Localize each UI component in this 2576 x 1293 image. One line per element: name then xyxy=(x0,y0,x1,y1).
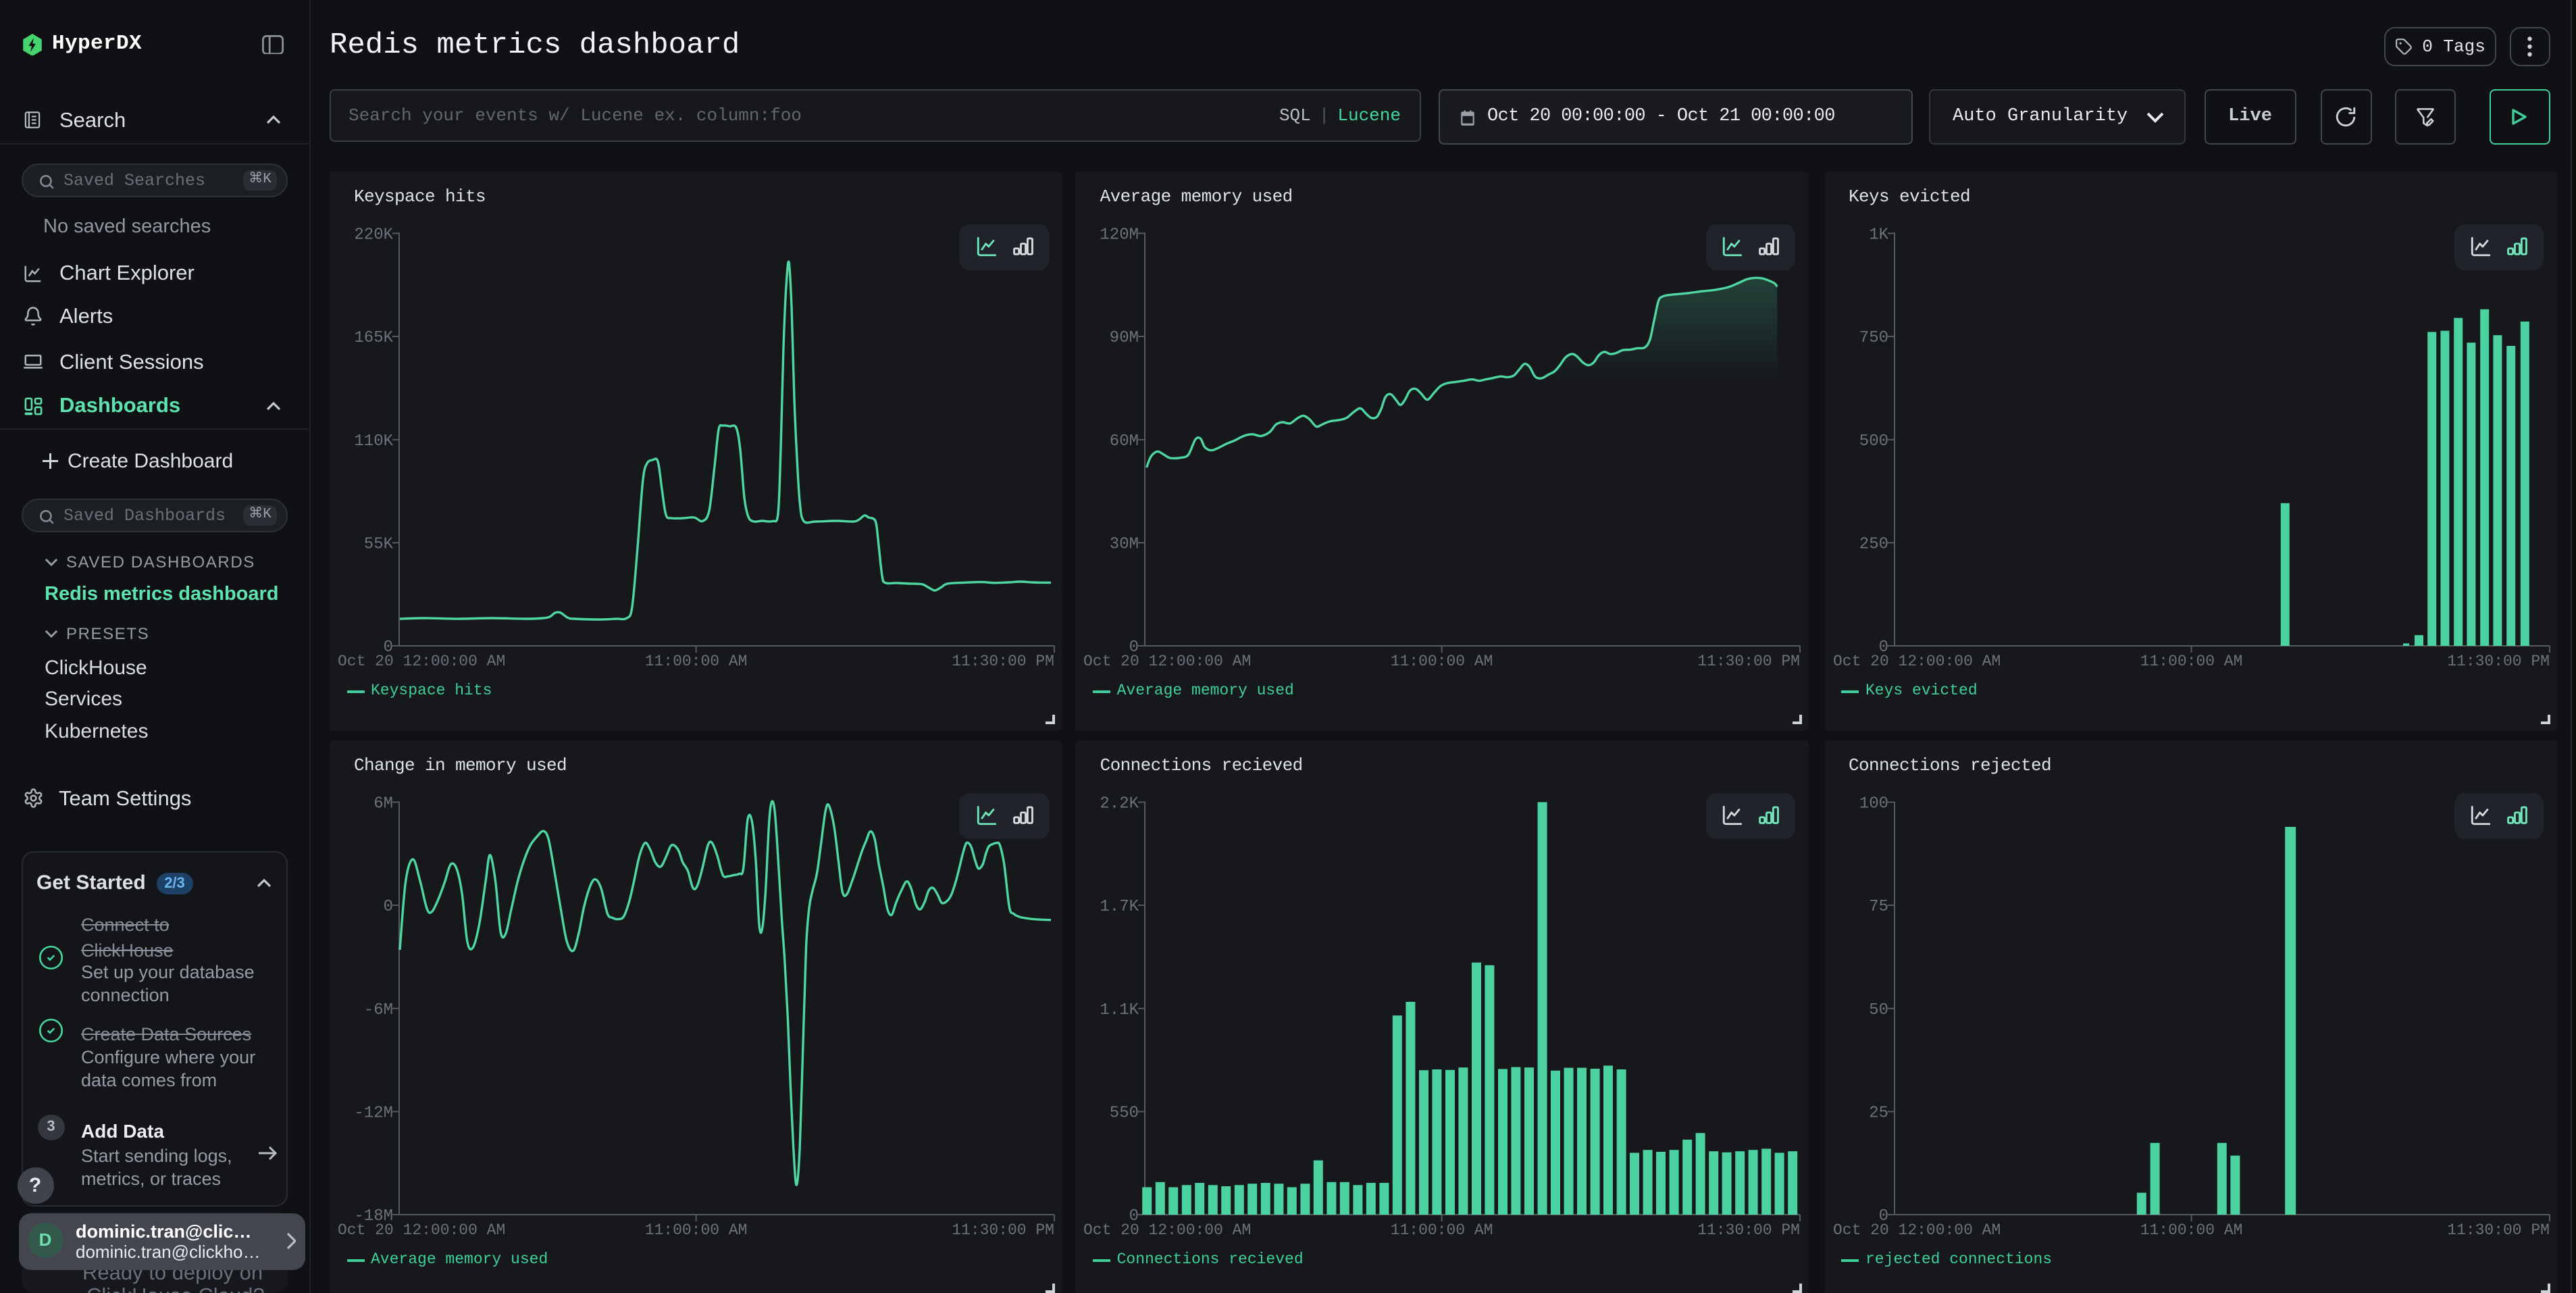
svg-text:50: 50 xyxy=(1868,1001,1888,1019)
svg-text:25: 25 xyxy=(1868,1104,1888,1122)
svg-text:1K: 1K xyxy=(1868,226,1888,244)
svg-text:30M: 30M xyxy=(1110,535,1139,553)
svg-text:11:30:00 PM: 11:30:00 PM xyxy=(1698,1221,1801,1239)
svg-text:110K: 110K xyxy=(354,432,393,451)
svg-text:550: 550 xyxy=(1110,1104,1139,1122)
svg-text:165K: 165K xyxy=(354,329,393,347)
svg-text:11:00:00 AM: 11:00:00 AM xyxy=(1391,1221,1493,1239)
svg-text:11:00:00 AM: 11:00:00 AM xyxy=(2140,1221,2242,1239)
svg-text:100: 100 xyxy=(1859,794,1888,813)
svg-text:11:30:00 PM: 11:30:00 PM xyxy=(952,653,1054,670)
svg-text:6M: 6M xyxy=(373,794,393,813)
svg-text:1.1K: 1.1K xyxy=(1100,1001,1139,1019)
svg-text:11:00:00 AM: 11:00:00 AM xyxy=(645,653,748,670)
svg-text:Oct 20 12:00:00 AM: Oct 20 12:00:00 AM xyxy=(1832,1221,2000,1239)
svg-text:220K: 220K xyxy=(354,226,393,244)
svg-text:Oct 20 12:00:00 AM: Oct 20 12:00:00 AM xyxy=(338,653,505,670)
svg-text:-12M: -12M xyxy=(354,1104,393,1122)
svg-text:11:30:00 PM: 11:30:00 PM xyxy=(952,1221,1054,1239)
svg-text:11:00:00 AM: 11:00:00 AM xyxy=(1391,653,1493,670)
svg-text:Oct 20 12:00:00 AM: Oct 20 12:00:00 AM xyxy=(1084,653,1252,670)
svg-text:Oct 20 12:00:00 AM: Oct 20 12:00:00 AM xyxy=(1084,1221,1252,1239)
svg-text:11:30:00 PM: 11:30:00 PM xyxy=(1698,653,1801,670)
svg-text:11:00:00 AM: 11:00:00 AM xyxy=(645,1221,748,1239)
svg-text:Oct 20 12:00:00 AM: Oct 20 12:00:00 AM xyxy=(338,1221,505,1239)
svg-text:1.7K: 1.7K xyxy=(1100,898,1139,916)
svg-text:500: 500 xyxy=(1859,432,1888,451)
svg-text:Oct 20 12:00:00 AM: Oct 20 12:00:00 AM xyxy=(1832,653,2000,670)
svg-text:2.2K: 2.2K xyxy=(1100,794,1139,813)
svg-text:120M: 120M xyxy=(1100,226,1139,244)
svg-text:750: 750 xyxy=(1859,329,1888,347)
svg-text:250: 250 xyxy=(1859,535,1888,553)
svg-text:11:00:00 AM: 11:00:00 AM xyxy=(2140,653,2242,670)
svg-text:11:30:00 PM: 11:30:00 PM xyxy=(2446,653,2549,670)
svg-text:-6M: -6M xyxy=(364,1001,393,1019)
svg-text:90M: 90M xyxy=(1110,329,1139,347)
svg-text:75: 75 xyxy=(1868,898,1888,916)
svg-text:55K: 55K xyxy=(364,535,394,553)
svg-text:0: 0 xyxy=(384,898,393,916)
svg-text:60M: 60M xyxy=(1110,432,1139,451)
svg-text:11:30:00 PM: 11:30:00 PM xyxy=(2446,1221,2549,1239)
